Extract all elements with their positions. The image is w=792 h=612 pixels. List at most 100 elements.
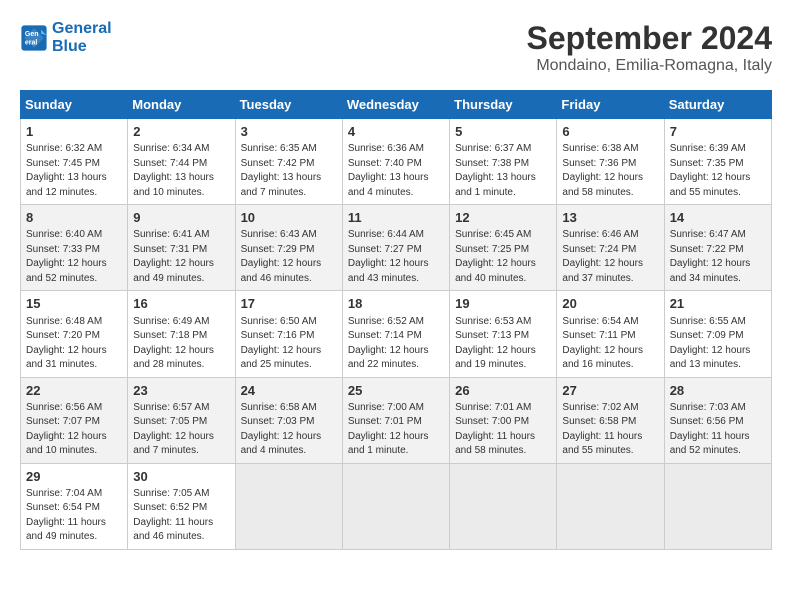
calendar-week-1: 1Sunrise: 6:32 AMSunset: 7:45 PMDaylight… <box>21 119 772 205</box>
calendar-cell: 14Sunrise: 6:47 AMSunset: 7:22 PMDayligh… <box>664 205 771 291</box>
day-info: Sunrise: 6:44 AMSunset: 7:27 PMDaylight:… <box>348 228 444 286</box>
svg-text:eral: eral <box>25 39 38 46</box>
calendar-cell <box>664 463 771 549</box>
calendar-cell: 2Sunrise: 6:34 AMSunset: 7:44 PMDaylight… <box>128 119 235 205</box>
calendar-cell: 15Sunrise: 6:48 AMSunset: 7:20 PMDayligh… <box>21 291 128 377</box>
calendar-cell: 19 Sunrise: 6:53 AMSunset: 7:13 PMDayligh… <box>450 291 557 377</box>
calendar-cell: 29Sunrise: 7:04 AMSunset: 6:54 PMDayligh… <box>21 463 128 549</box>
col-header-wednesday: Wednesday <box>342 91 449 119</box>
day-info: Sunrise: 6:32 AMSunset: 7:45 PMDaylight:… <box>26 142 122 200</box>
svg-text:Gen: Gen <box>25 30 39 37</box>
logo: Gen eral General Blue <box>20 20 112 55</box>
calendar-cell <box>557 463 664 549</box>
day-info: Sunrise: 6:46 AMSunset: 7:24 PMDaylight:… <box>562 228 658 286</box>
calendar-cell <box>235 463 342 549</box>
day-number: 11 <box>348 209 444 227</box>
col-header-thursday: Thursday <box>450 91 557 119</box>
day-info: Sunrise: 7:02 AMSunset: 6:58 PMDaylight:… <box>562 401 658 459</box>
calendar-cell: 4Sunrise: 6:36 AMSunset: 7:40 PMDaylight… <box>342 119 449 205</box>
day-info: Sunrise: 7:05 AMSunset: 6:52 PMDaylight:… <box>133 487 229 545</box>
calendar-cell: 8Sunrise: 6:40 AMSunset: 7:33 PMDaylight… <box>21 205 128 291</box>
day-info: Sunrise: 6:45 AMSunset: 7:25 PMDaylight:… <box>455 228 551 286</box>
calendar-cell: 11Sunrise: 6:44 AMSunset: 7:27 PMDayligh… <box>342 205 449 291</box>
calendar-cell: 30Sunrise: 7:05 AMSunset: 6:52 PMDayligh… <box>128 463 235 549</box>
calendar-cell: 26Sunrise: 7:01 AMSunset: 7:00 PMDayligh… <box>450 377 557 463</box>
day-info: Sunrise: 6:41 AMSunset: 7:31 PMDaylight:… <box>133 228 229 286</box>
day-info: Sunrise: 6:49 AMSunset: 7:18 PMDaylight:… <box>133 315 229 373</box>
calendar-cell <box>342 463 449 549</box>
day-number: 16 <box>133 295 229 313</box>
day-number: 28 <box>670 382 766 400</box>
calendar-cell: 21 Sunrise: 6:55 AMSunset: 7:09 PMDayligh… <box>664 291 771 377</box>
day-number: 30 <box>133 468 229 486</box>
day-number: 29 <box>26 468 122 486</box>
calendar-cell: 24Sunrise: 6:58 AMSunset: 7:03 PMDayligh… <box>235 377 342 463</box>
day-number: 1 <box>26 123 122 141</box>
day-number: 18 <box>348 295 444 313</box>
calendar-cell <box>450 463 557 549</box>
col-header-sunday: Sunday <box>21 91 128 119</box>
calendar-table: SundayMondayTuesdayWednesdayThursdayFrid… <box>20 90 772 550</box>
day-info: Sunrise: 6:50 AMSunset: 7:16 PMDaylight:… <box>241 315 337 373</box>
day-number: 9 <box>133 209 229 227</box>
day-number: 25 <box>348 382 444 400</box>
day-info: Sunrise: 6:35 AMSunset: 7:42 PMDaylight:… <box>241 142 337 200</box>
day-number: 8 <box>26 209 122 227</box>
calendar-week-5: 29Sunrise: 7:04 AMSunset: 6:54 PMDayligh… <box>21 463 772 549</box>
day-info: Sunrise: 6:55 AMSunset: 7:09 PMDaylight:… <box>670 315 766 373</box>
day-info: Sunrise: 7:00 AMSunset: 7:01 PMDaylight:… <box>348 401 444 459</box>
calendar-cell: 9Sunrise: 6:41 AMSunset: 7:31 PMDaylight… <box>128 205 235 291</box>
day-info: Sunrise: 6:53 AMSunset: 7:13 PMDaylight:… <box>455 315 551 373</box>
day-info: Sunrise: 6:58 AMSunset: 7:03 PMDaylight:… <box>241 401 337 459</box>
page-title: September 2024 <box>527 20 772 57</box>
page-header: Gen eral General Blue September 2024 Mon… <box>20 20 772 75</box>
col-header-tuesday: Tuesday <box>235 91 342 119</box>
calendar-cell: 22Sunrise: 6:56 AMSunset: 7:07 PMDayligh… <box>21 377 128 463</box>
calendar-cell: 25Sunrise: 7:00 AMSunset: 7:01 PMDayligh… <box>342 377 449 463</box>
day-info: Sunrise: 6:34 AMSunset: 7:44 PMDaylight:… <box>133 142 229 200</box>
col-header-friday: Friday <box>557 91 664 119</box>
calendar-cell: 7Sunrise: 6:39 AMSunset: 7:35 PMDaylight… <box>664 119 771 205</box>
page-subtitle: Mondaino, Emilia-Romagna, Italy <box>527 57 772 75</box>
calendar-cell: 12Sunrise: 6:45 AMSunset: 7:25 PMDayligh… <box>450 205 557 291</box>
calendar-cell: 3Sunrise: 6:35 AMSunset: 7:42 PMDaylight… <box>235 119 342 205</box>
day-info: Sunrise: 6:54 AMSunset: 7:11 PMDaylight:… <box>562 315 658 373</box>
day-number: 20 <box>562 295 658 313</box>
day-info: Sunrise: 6:37 AMSunset: 7:38 PMDaylight:… <box>455 142 551 200</box>
col-header-saturday: Saturday <box>664 91 771 119</box>
calendar-cell: 23Sunrise: 6:57 AMSunset: 7:05 PMDayligh… <box>128 377 235 463</box>
day-number: 17 <box>241 295 337 313</box>
col-header-monday: Monday <box>128 91 235 119</box>
calendar-week-4: 22Sunrise: 6:56 AMSunset: 7:07 PMDayligh… <box>21 377 772 463</box>
day-info: Sunrise: 6:38 AMSunset: 7:36 PMDaylight:… <box>562 142 658 200</box>
calendar-cell: 28Sunrise: 7:03 AMSunset: 6:56 PMDayligh… <box>664 377 771 463</box>
calendar-cell: 27Sunrise: 7:02 AMSunset: 6:58 PMDayligh… <box>557 377 664 463</box>
day-number: 6 <box>562 123 658 141</box>
calendar-week-3: 15Sunrise: 6:48 AMSunset: 7:20 PMDayligh… <box>21 291 772 377</box>
calendar-cell: 6Sunrise: 6:38 AMSunset: 7:36 PMDaylight… <box>557 119 664 205</box>
day-number: 21 <box>670 295 766 313</box>
calendar-week-2: 8Sunrise: 6:40 AMSunset: 7:33 PMDaylight… <box>21 205 772 291</box>
calendar-cell: 17 Sunrise: 6:50 AMSunset: 7:16 PMDayligh… <box>235 291 342 377</box>
calendar-cell: 16 Sunrise: 6:49 AMSunset: 7:18 PMDayligh… <box>128 291 235 377</box>
day-info: Sunrise: 6:47 AMSunset: 7:22 PMDaylight:… <box>670 228 766 286</box>
calendar-cell: 20 Sunrise: 6:54 AMSunset: 7:11 PMDayligh… <box>557 291 664 377</box>
title-block: September 2024 Mondaino, Emilia-Romagna,… <box>527 20 772 75</box>
day-number: 19 <box>455 295 551 313</box>
calendar-cell: 13Sunrise: 6:46 AMSunset: 7:24 PMDayligh… <box>557 205 664 291</box>
day-info: Sunrise: 6:48 AMSunset: 7:20 PMDaylight:… <box>26 315 122 373</box>
day-number: 24 <box>241 382 337 400</box>
calendar-cell: 5Sunrise: 6:37 AMSunset: 7:38 PMDaylight… <box>450 119 557 205</box>
day-info: Sunrise: 6:52 AMSunset: 7:14 PMDaylight:… <box>348 315 444 373</box>
calendar-cell: 18 Sunrise: 6:52 AMSunset: 7:14 PMDayligh… <box>342 291 449 377</box>
day-number: 23 <box>133 382 229 400</box>
day-number: 14 <box>670 209 766 227</box>
day-number: 27 <box>562 382 658 400</box>
logo-line1: General <box>52 20 112 38</box>
day-number: 4 <box>348 123 444 141</box>
day-info: Sunrise: 6:36 AMSunset: 7:40 PMDaylight:… <box>348 142 444 200</box>
day-number: 7 <box>670 123 766 141</box>
day-info: Sunrise: 6:43 AMSunset: 7:29 PMDaylight:… <box>241 228 337 286</box>
day-number: 10 <box>241 209 337 227</box>
day-info: Sunrise: 7:03 AMSunset: 6:56 PMDaylight:… <box>670 401 766 459</box>
